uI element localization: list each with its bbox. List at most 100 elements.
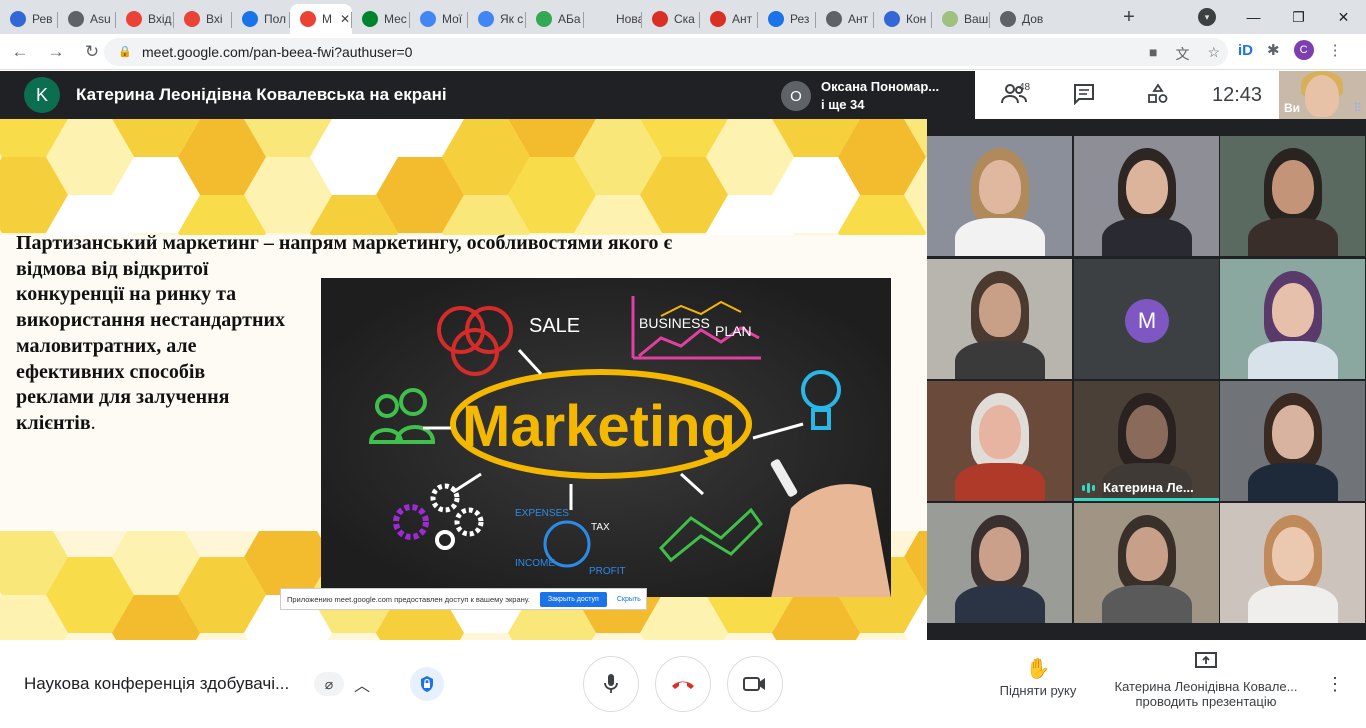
browser-tab[interactable]: Ска: [642, 4, 700, 34]
tab-label: Дов: [1022, 12, 1044, 26]
self-view-tile[interactable]: Ви ⠿: [1279, 71, 1366, 119]
participants-grid: M Катерина Ле...: [927, 119, 1366, 640]
restore-button[interactable]: ❐: [1276, 0, 1321, 34]
calendar-icon: [242, 11, 258, 27]
presenting-label: проводить презентацію: [1135, 694, 1277, 709]
chrome-menu-icon[interactable]: ⋮: [1328, 41, 1343, 59]
browser-tab[interactable]: Пол: [232, 4, 290, 34]
self-view-more-icon[interactable]: ⠿: [1353, 101, 1362, 115]
browser-tab[interactable]: Новая в: [584, 4, 642, 34]
tab-label: Asu: [90, 12, 111, 26]
browser-tab[interactable]: Вхі: [174, 4, 232, 34]
new-tab-button[interactable]: +: [1118, 4, 1140, 30]
tab-search-icon[interactable]: ▾: [1198, 8, 1216, 26]
browser-tab[interactable]: Рев: [0, 4, 58, 34]
participant-tile[interactable]: Катерина Ле...: [1074, 381, 1219, 501]
browser-tab[interactable]: М ✕: [290, 4, 352, 34]
extensions-area: iD ✱ C ⋮: [1238, 40, 1343, 60]
extensions-puzzle-icon[interactable]: ✱: [1267, 41, 1280, 59]
browser-tab[interactable]: АБа: [526, 4, 584, 34]
participant-tile[interactable]: [1220, 503, 1365, 623]
tab-label: Як с: [500, 12, 524, 26]
meet-icon: [362, 11, 378, 27]
microphone-button[interactable]: [583, 656, 639, 712]
hand-icon: ✋: [1025, 658, 1051, 680]
participant-video: [955, 218, 1045, 256]
screen-share-notification: Приложению meet.google.com предоставлен …: [280, 588, 647, 610]
tab-label: Ска: [674, 12, 695, 26]
attachment-icon[interactable]: ⌀: [314, 672, 344, 696]
participant-video: [955, 585, 1045, 623]
browser-tab[interactable]: Мої: [410, 4, 468, 34]
profile-avatar[interactable]: C: [1293, 40, 1314, 60]
window-controls: — ❐ ✕: [1231, 0, 1366, 34]
close-tab-icon[interactable]: ✕: [340, 12, 350, 26]
participant-tile[interactable]: M: [1074, 259, 1219, 379]
slide-text-rest: відмова від відкритої конкуренції на рин…: [16, 257, 286, 434]
participant-tile[interactable]: [927, 503, 1072, 623]
browser-tab[interactable]: Ант: [700, 4, 758, 34]
browser-tab[interactable]: Вхід: [116, 4, 174, 34]
tab-label: Ант: [732, 12, 753, 26]
back-icon[interactable]: ←: [4, 38, 36, 66]
address-bar[interactable]: 🔒 meet.google.com/pan-beea-fwi?authuser=…: [104, 38, 1228, 66]
hide-notification-link[interactable]: Скрыть: [617, 596, 641, 603]
marketing-chalkboard-image: Marketing SALE BUSINESS PLAN EXPENSES TA…: [321, 278, 891, 597]
presentation-status[interactable]: Катерина Леонідівна Ковале... проводить …: [1104, 652, 1308, 709]
chat-icon[interactable]: [1073, 83, 1095, 111]
participant-video: [1126, 405, 1168, 459]
browser-tab[interactable]: Ант: [816, 4, 874, 34]
participant-tile[interactable]: [1220, 136, 1365, 256]
gmail-icon: [126, 11, 142, 27]
participant-avatar: О: [781, 81, 811, 111]
lock-icon[interactable]: 🔒: [118, 45, 132, 59]
browser-tab[interactable]: Дов: [990, 4, 1048, 34]
income-label: INCOME: [515, 558, 555, 569]
translate-icon[interactable]: 文: [1175, 44, 1189, 64]
participant-tile[interactable]: [1220, 381, 1365, 501]
participant-tile[interactable]: [1220, 259, 1365, 379]
leave-call-button[interactable]: [655, 656, 711, 712]
browser-tab[interactable]: Мес: [352, 4, 410, 34]
plan-label: PLAN: [715, 323, 752, 339]
participant-video: [979, 283, 1021, 337]
browser-tab[interactable]: Asu: [58, 4, 116, 34]
meeting-name[interactable]: Наукова конференція здобувачі...: [24, 674, 309, 694]
extension-id-icon[interactable]: iD: [1238, 42, 1253, 59]
browser-tab[interactable]: Кон: [874, 4, 932, 34]
browser-tab[interactable]: Як с: [468, 4, 526, 34]
blank-icon: [594, 11, 610, 27]
share-notice-text: Приложению meet.google.com предоставлен …: [287, 594, 530, 604]
presenting-name: Катерина Леонідівна Ковале...: [1114, 679, 1298, 694]
browser-tab[interactable]: Ваш: [932, 4, 990, 34]
participant-tile[interactable]: [927, 259, 1072, 379]
profit-label: PROFIT: [589, 566, 626, 577]
chevron-up-icon[interactable]: ︿: [354, 672, 370, 696]
forms-icon: [420, 11, 436, 27]
other-participants-preview[interactable]: О Оксана Пономар... і ще 34: [773, 71, 975, 119]
forward-icon[interactable]: →: [40, 38, 72, 66]
tab-label: Пол: [264, 12, 287, 26]
tab-label: Вхід: [148, 12, 172, 26]
participant-tile[interactable]: [1074, 136, 1219, 256]
url-text[interactable]: meet.google.com/pan-beea-fwi?authuser=0: [142, 44, 412, 60]
browser-tab[interactable]: Рез: [758, 4, 816, 34]
bookmark-star-icon[interactable]: ☆: [1207, 44, 1220, 64]
close-window-button[interactable]: ✕: [1321, 0, 1366, 34]
participant-video: [1102, 218, 1192, 256]
shield-lock-icon[interactable]: [410, 667, 444, 701]
minimize-button[interactable]: —: [1231, 0, 1276, 34]
participant-tile[interactable]: [1074, 503, 1219, 623]
participant-tile[interactable]: [927, 381, 1072, 501]
participant-tile[interactable]: [927, 136, 1072, 256]
raise-hand-button[interactable]: ✋ Підняти руку: [990, 656, 1086, 698]
site-icon: [884, 11, 900, 27]
activities-icon[interactable]: [1147, 83, 1169, 111]
stop-sharing-button[interactable]: Закрыть доступ: [539, 591, 607, 607]
participant-video: [979, 160, 1021, 214]
participant-video: [1248, 463, 1338, 501]
tab-label: Ант: [848, 12, 869, 26]
camera-permission-icon[interactable]: ■: [1149, 44, 1157, 64]
more-options-icon[interactable]: ⋮: [1326, 674, 1344, 695]
camera-button[interactable]: [727, 656, 783, 712]
